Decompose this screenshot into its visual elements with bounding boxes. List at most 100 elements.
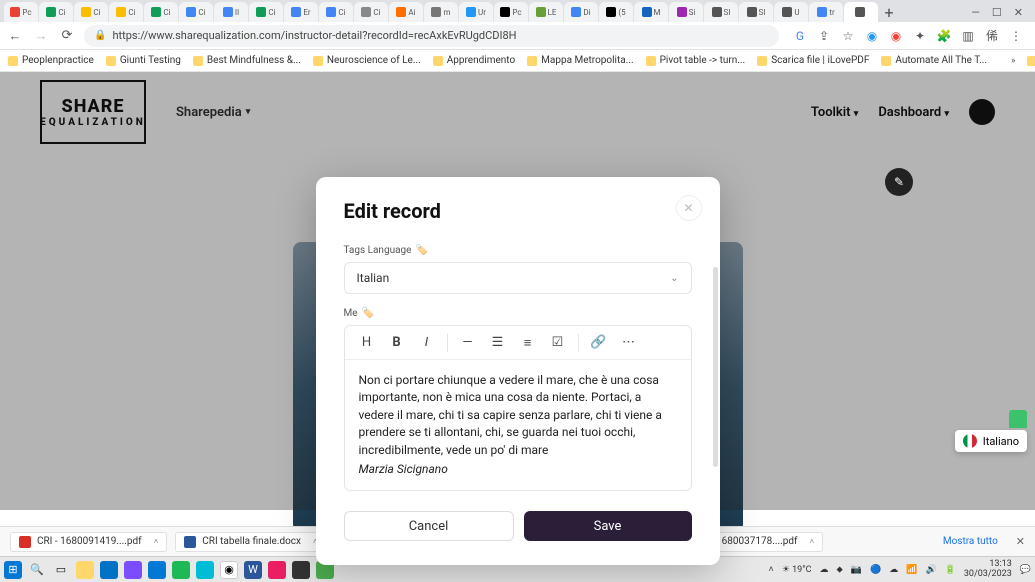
maximize-icon[interactable]: ☐ <box>992 6 1002 19</box>
download-item[interactable]: CRI - 1680091419....pdf˄ <box>10 532 167 552</box>
modal-close-button[interactable]: ✕ <box>676 195 702 221</box>
browser-tab[interactable]: tr <box>809 2 843 22</box>
language-switcher[interactable]: Italiano <box>955 430 1027 452</box>
chrome-icon[interactable]: ◉ <box>220 561 238 579</box>
browser-tab[interactable]: Ci <box>179 2 213 22</box>
browser-tab[interactable]: Ci <box>319 2 353 22</box>
new-tab-button[interactable]: + <box>879 2 899 22</box>
ext-2-icon[interactable]: ◉ <box>889 29 903 43</box>
italic-button[interactable]: I <box>413 331 441 355</box>
browser-tab[interactable]: SI <box>739 2 773 22</box>
bookmark-item[interactable]: Giunti Testing <box>106 55 181 66</box>
onedrive-icon[interactable]: ☁ <box>889 565 898 575</box>
hr-button[interactable]: — <box>454 331 482 355</box>
tray-chevron-icon[interactable]: ˄ <box>769 564 774 575</box>
translate-icon[interactable]: G <box>793 29 807 43</box>
bookmark-item[interactable]: Mappa Metropolita... <box>527 55 633 66</box>
checklist-button[interactable]: ☑ <box>544 331 572 355</box>
bookmark-item[interactable]: Best Mindfulness &... <box>193 55 301 66</box>
ordered-list-button[interactable]: ≡ <box>514 331 542 355</box>
extensions-icon[interactable]: ✦ <box>913 29 927 43</box>
app-icon[interactable] <box>124 561 142 579</box>
browser-tab[interactable]: Ci <box>109 2 143 22</box>
browser-tab[interactable]: Er <box>284 2 318 22</box>
browser-tab[interactable]: Di <box>564 2 598 22</box>
browser-tab[interactable]: (5 <box>599 2 633 22</box>
clock[interactable]: 13:13 30/03/2023 <box>964 560 1012 580</box>
task-view-button[interactable]: ▭ <box>52 561 70 579</box>
download-item[interactable]: CRI tabella finale.docx˄ <box>175 532 326 552</box>
bookmark-item[interactable]: Scarica file | iLovePDF <box>757 55 869 66</box>
forward-button[interactable]: → <box>32 27 50 45</box>
back-button[interactable]: ← <box>6 27 24 45</box>
bookmark-item[interactable]: Pivot table -> turn... <box>646 55 746 66</box>
chevron-up-icon[interactable]: ˄ <box>810 537 815 546</box>
save-button[interactable]: Save <box>524 511 692 541</box>
show-all-downloads[interactable]: Mostra tutto <box>943 536 998 547</box>
browser-tab[interactable]: Ur <box>459 2 493 22</box>
profile-icon[interactable]: 俙 <box>985 29 999 43</box>
language-select[interactable]: Italian ⌄ <box>344 262 692 294</box>
browser-tab[interactable]: LE <box>529 2 563 22</box>
bookmark-item[interactable]: Peoplenpractice <box>8 55 94 66</box>
share-icon[interactable]: ⇪ <box>817 29 831 43</box>
star-icon[interactable]: ☆ <box>841 29 855 43</box>
scroll-top-button[interactable] <box>1009 410 1027 428</box>
app-icon[interactable] <box>196 561 214 579</box>
spotify-icon[interactable] <box>172 561 190 579</box>
more-button[interactable]: ⋯ <box>615 331 643 355</box>
browser-tab[interactable]: Ci <box>249 2 283 22</box>
explorer-icon[interactable] <box>76 561 94 579</box>
wifi-icon[interactable]: 📶 <box>906 565 917 575</box>
browser-tab[interactable] <box>844 2 878 22</box>
edit-fab-button[interactable]: ✎ <box>885 168 913 196</box>
volume-icon[interactable]: 🔊 <box>925 565 936 575</box>
browser-tab[interactable]: m <box>424 2 458 22</box>
bullet-list-button[interactable]: ☰ <box>484 331 512 355</box>
ext-3-icon[interactable]: ▥ <box>961 29 975 43</box>
browser-tab[interactable]: U <box>774 2 808 22</box>
edge-icon[interactable] <box>148 561 166 579</box>
reload-button[interactable]: ⟳ <box>58 27 76 45</box>
battery-icon[interactable]: 🔋 <box>945 565 956 575</box>
browser-tab[interactable]: SI <box>704 2 738 22</box>
start-button[interactable]: ⊞ <box>4 561 22 579</box>
bookmark-item[interactable]: Apprendimento <box>433 55 515 66</box>
close-window-icon[interactable]: ✕ <box>1014 6 1023 19</box>
app-icon[interactable] <box>268 561 286 579</box>
browser-tab[interactable]: Pc <box>494 2 528 22</box>
browser-tab[interactable]: Ci <box>39 2 73 22</box>
search-button[interactable]: 🔍 <box>28 561 46 579</box>
modal-scrollbar[interactable] <box>713 267 718 467</box>
minimize-icon[interactable]: — <box>971 6 980 19</box>
browser-tab[interactable]: II <box>214 2 248 22</box>
close-shelf-button[interactable]: ✕ <box>1016 535 1025 548</box>
browser-tab[interactable]: Ai <box>389 2 423 22</box>
tray-icon[interactable]: ⬥ <box>836 565 842 575</box>
browser-tab[interactable]: Ci <box>354 2 388 22</box>
app-icon[interactable] <box>292 561 310 579</box>
cancel-button[interactable]: Cancel <box>344 511 514 541</box>
chevron-up-icon[interactable]: ˄ <box>154 537 159 546</box>
url-input[interactable]: 🔒 https://www.sharequalization.com/instr… <box>84 25 779 47</box>
bookmark-overflow-icon[interactable]: » <box>1011 56 1015 66</box>
browser-tab[interactable]: Si <box>669 2 703 22</box>
tray-icon[interactable]: 🔵 <box>870 565 881 575</box>
ext-1-icon[interactable]: ◉ <box>865 29 879 43</box>
tray-icon[interactable]: 📷 <box>851 565 862 575</box>
browser-tab[interactable]: Pc <box>4 2 38 22</box>
puzzle-icon[interactable]: 🧩 <box>937 29 951 43</box>
notifications-icon[interactable]: 💬 <box>1020 565 1031 575</box>
bookmark-item[interactable]: Automate All The T... <box>881 55 987 66</box>
browser-tab[interactable]: Ci <box>144 2 178 22</box>
editor-content[interactable]: Non ci portare chiunque a vedere il mare… <box>345 360 691 490</box>
browser-tab[interactable]: Ci <box>74 2 108 22</box>
heading-button[interactable]: H <box>353 331 381 355</box>
word-icon[interactable]: W <box>244 561 262 579</box>
other-bookmarks[interactable]: Altri Preferiti <box>1027 55 1035 66</box>
weather-widget[interactable]: ☀ 19°C <box>782 565 812 575</box>
tray-icon[interactable]: ☁ <box>819 565 828 575</box>
bookmark-item[interactable]: Neuroscience of Le... <box>313 55 421 66</box>
mail-icon[interactable] <box>100 561 118 579</box>
bold-button[interactable]: B <box>383 331 411 355</box>
